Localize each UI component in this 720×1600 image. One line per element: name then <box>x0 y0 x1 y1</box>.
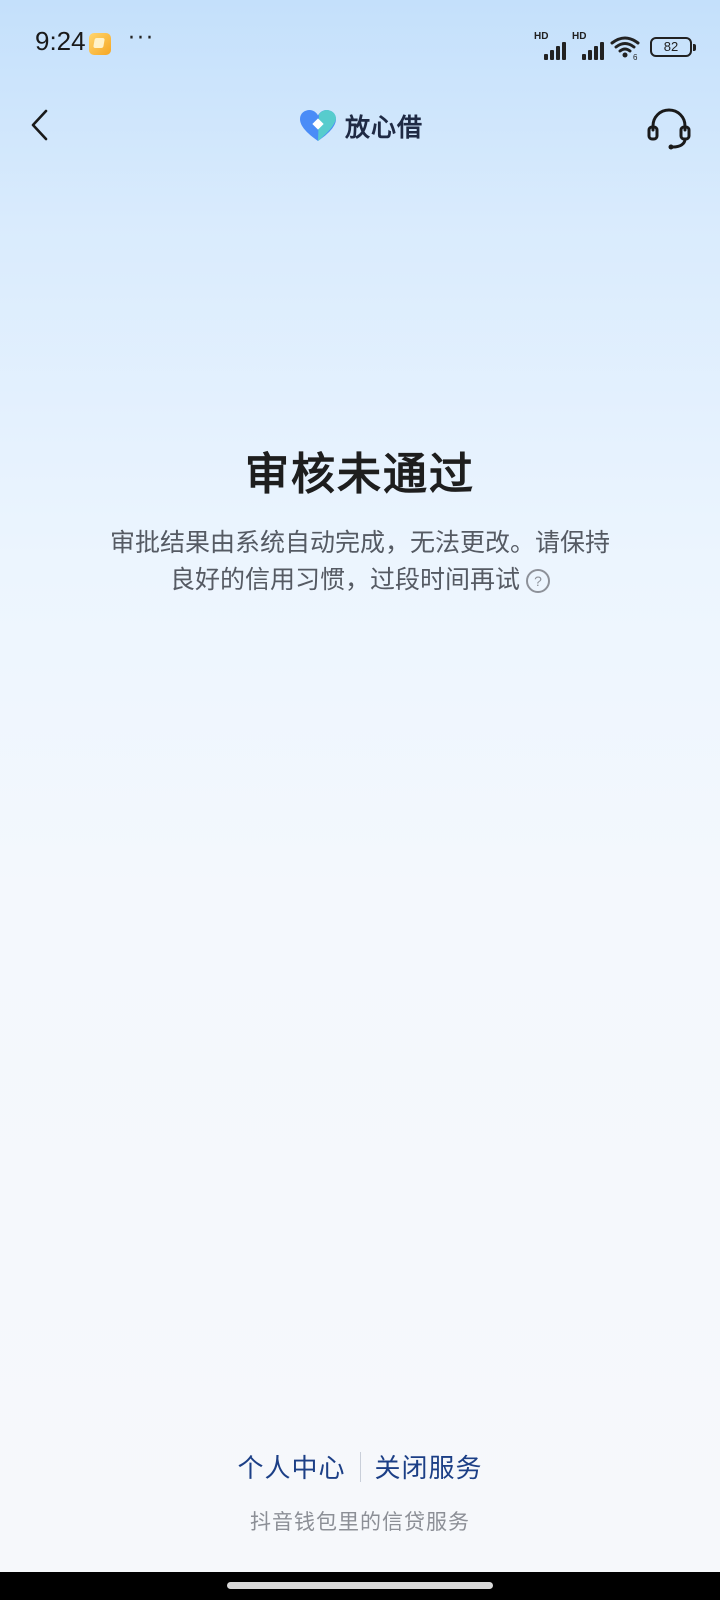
status-bar: 9:24 ··· HD HD 6 82 <box>0 0 720 90</box>
brand-name: 放心借 <box>345 113 424 142</box>
sim1-hd-label: HD <box>534 31 549 42</box>
home-gesture-handle[interactable] <box>227 1582 493 1589</box>
heart-logo-icon <box>300 110 336 141</box>
status-time: 9:24 <box>35 26 86 56</box>
brand-header: 放心借 <box>299 106 423 146</box>
battery-icon: 82 <box>650 37 696 57</box>
battery-level: 82 <box>663 39 679 54</box>
sim2-hd-label: HD <box>572 31 587 42</box>
wifi-icon: 6 <box>610 34 640 62</box>
help-icon[interactable]: ? <box>526 569 550 593</box>
result-title: 审核未通过 <box>245 449 475 500</box>
status-indicators: HD HD 6 82 <box>534 31 696 62</box>
wifi-band-label: 6 <box>633 53 638 60</box>
customer-service-button[interactable] <box>646 105 692 151</box>
chevron-left-icon <box>31 109 48 141</box>
close-service-link[interactable]: 关闭服务 <box>361 1448 497 1485</box>
cellular-signal-icon: HD <box>534 31 566 60</box>
more-notifications-icon: ··· <box>128 26 155 51</box>
back-button[interactable] <box>22 103 62 147</box>
personal-center-link[interactable]: 个人中心 <box>223 1448 359 1485</box>
headset-icon <box>647 108 691 150</box>
cellular-signal-icon-2: HD <box>572 31 604 60</box>
footer-note: 抖音钱包里的信贷服务 <box>250 1510 470 1534</box>
footer-links: 个人中心 关闭服务 <box>0 1448 720 1485</box>
result-description-block: 审批结果由系统自动完成，无法更改。请保持良好的信用习惯，过段时间再试? <box>100 524 620 598</box>
app-notification-icon <box>89 33 111 55</box>
gesture-navigation-area <box>0 1572 720 1600</box>
